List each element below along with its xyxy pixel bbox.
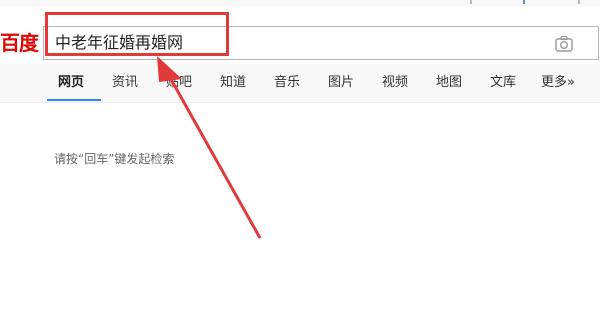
active-tab-indicator bbox=[47, 99, 101, 101]
tab-video[interactable]: 视频 bbox=[382, 74, 408, 92]
search-tabs: 网页 资讯 贴吧 知道 音乐 图片 视频 地图 文库 更多» bbox=[0, 64, 600, 103]
strip-mark bbox=[578, 0, 580, 4]
tab-news[interactable]: 资讯 bbox=[112, 74, 138, 92]
strip-mark-blue bbox=[523, 0, 525, 4]
tab-images[interactable]: 图片 bbox=[328, 74, 354, 92]
tab-tieba[interactable]: 贴吧 bbox=[166, 74, 192, 92]
search-hint-text: 请按“回车”键发起检索 bbox=[54, 152, 175, 166]
strip-mark bbox=[470, 0, 472, 4]
tab-wenku[interactable]: 文库 bbox=[490, 74, 516, 92]
tab-music[interactable]: 音乐 bbox=[274, 74, 300, 92]
tab-more[interactable]: 更多» bbox=[541, 74, 575, 92]
baidu-logo[interactable]: 百度 bbox=[0, 30, 39, 56]
tab-map[interactable]: 地图 bbox=[436, 74, 462, 92]
camera-icon[interactable] bbox=[554, 35, 574, 53]
tab-zhidao[interactable]: 知道 bbox=[220, 74, 246, 92]
tab-webpage[interactable]: 网页 bbox=[58, 74, 84, 92]
red-highlight-box bbox=[45, 12, 229, 56]
